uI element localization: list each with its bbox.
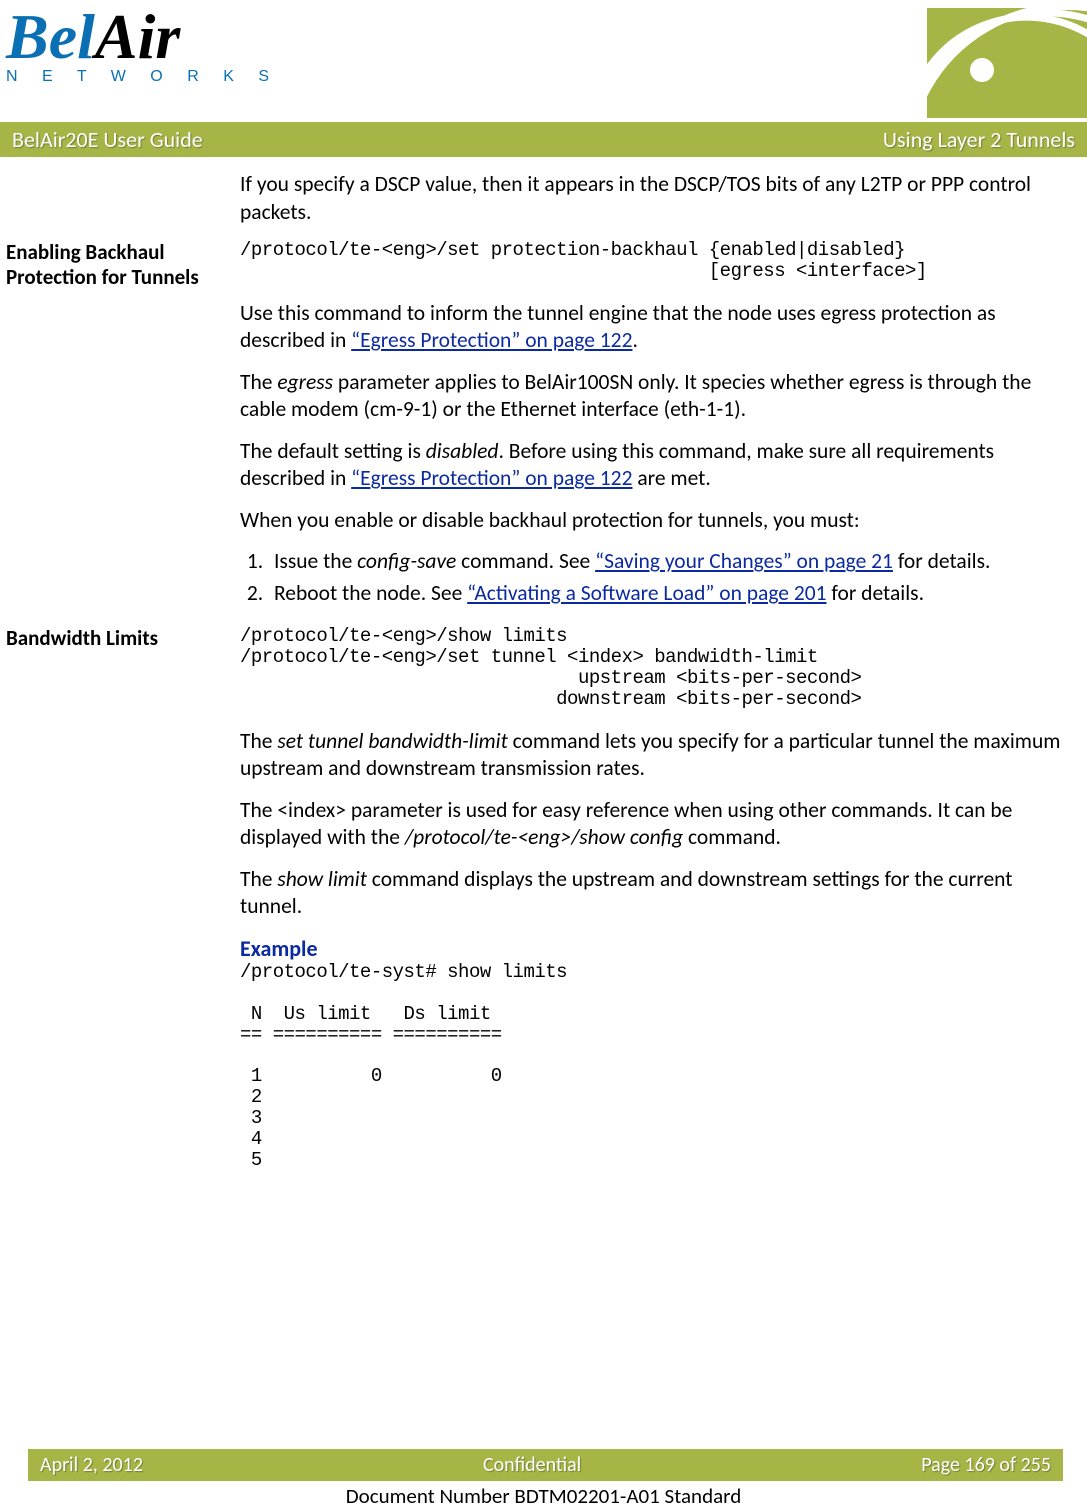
link-egress-protection-2[interactable]: “Egress Protection” on page 122 [351,465,632,491]
logo-text-blue: Bel [6,1,95,72]
logo: BelAir N E T W O R K S [6,8,279,86]
logo-subtext: N E T W O R K S [6,68,279,86]
title-bar: BelAir20E User Guide Using Layer 2 Tunne… [0,122,1087,157]
list-item: Reboot the node. See “Activating a Softw… [268,580,1063,608]
link-egress-protection-1[interactable]: “Egress Protection” on page 122 [351,327,632,353]
backhaul-p3: The default setting is disabled. Before … [240,438,1063,493]
intro-paragraph: If you specify a DSCP value, then it app… [240,171,1063,226]
bandwidth-p3: The show limit command displays the upst… [240,866,1063,921]
decorative-arc-icon [927,8,1087,118]
backhaul-steps: Issue the config-save command. See “Savi… [240,548,1063,608]
example-output: /protocol/te-syst# show limits N Us limi… [240,962,1063,1171]
code-block-backhaul: /protocol/te-<eng>/set protection-backha… [240,240,1063,282]
title-right: Using Layer 2 Tunnels [883,126,1075,153]
footer-bar: April 2, 2012 Confidential Page 169 of 2… [28,1449,1063,1481]
example-heading: Example [240,935,1063,962]
footer-page: Page 169 of 255 [921,1453,1051,1477]
bandwidth-p1: The set tunnel bandwidth-limit command l… [240,728,1063,783]
link-activating-load[interactable]: “Activating a Software Load” on page 201 [467,580,826,606]
logo-text-black: Air [95,1,180,72]
section-heading-backhaul: Enabling Backhaul Protection for Tunnels [6,240,240,290]
section-heading-bandwidth: Bandwidth Limits [6,626,240,651]
footer-confidential: Confidential [483,1453,581,1477]
link-saving-changes[interactable]: “Saving your Changes” on page 21 [595,548,893,574]
document-number: Document Number BDTM02201-A01 Standard [0,1481,1087,1511]
backhaul-p2: The egress parameter applies to BelAir10… [240,369,1063,424]
list-item: Issue the config-save command. See “Savi… [268,548,1063,576]
bandwidth-p2: The <index> parameter is used for easy r… [240,797,1063,852]
footer-date: April 2, 2012 [40,1453,143,1477]
backhaul-p4: When you enable or disable backhaul prot… [240,507,1063,535]
code-block-bandwidth: /protocol/te-<eng>/show limits /protocol… [240,626,1063,710]
title-left: BelAir20E User Guide [12,126,203,153]
backhaul-p1: Use this command to inform the tunnel en… [240,300,1063,355]
